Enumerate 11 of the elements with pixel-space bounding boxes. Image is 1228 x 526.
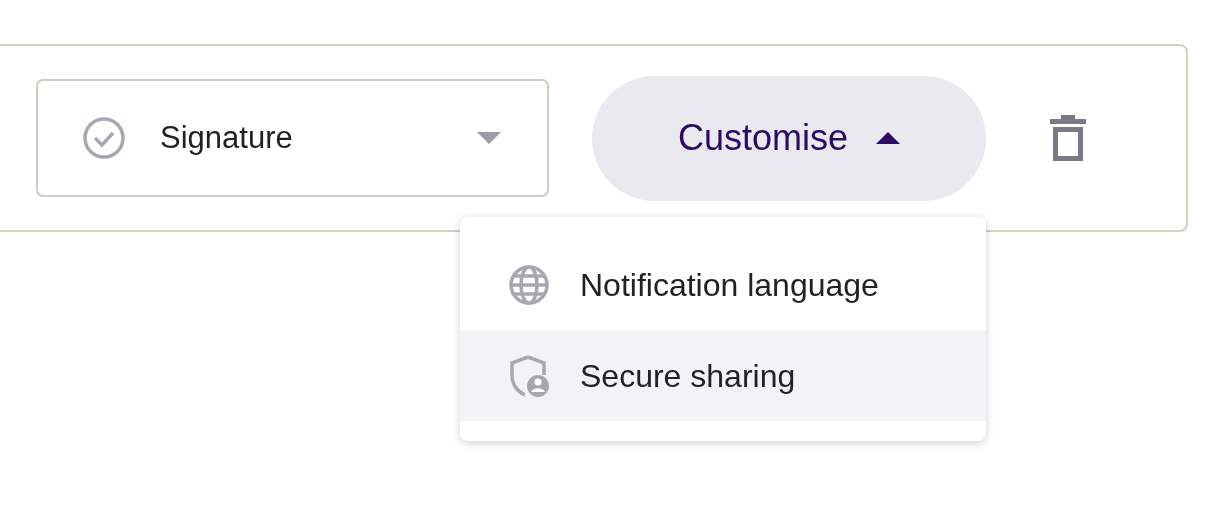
- trash-icon[interactable]: [1050, 115, 1086, 161]
- caret-icon: [477, 132, 501, 144]
- menu-item[interactable]: Notification language: [460, 239, 986, 330]
- menu-item[interactable]: Secure sharing: [460, 330, 986, 421]
- globe-icon: [508, 263, 550, 306]
- select-value: Signature: [160, 118, 294, 157]
- shield-user-icon: [508, 354, 550, 397]
- customise-button[interactable]: Customise: [592, 75, 986, 201]
- signature-select[interactable]: Signature: [36, 79, 549, 197]
- check-circle-icon: [82, 116, 126, 160]
- caret-icon: [876, 132, 901, 144]
